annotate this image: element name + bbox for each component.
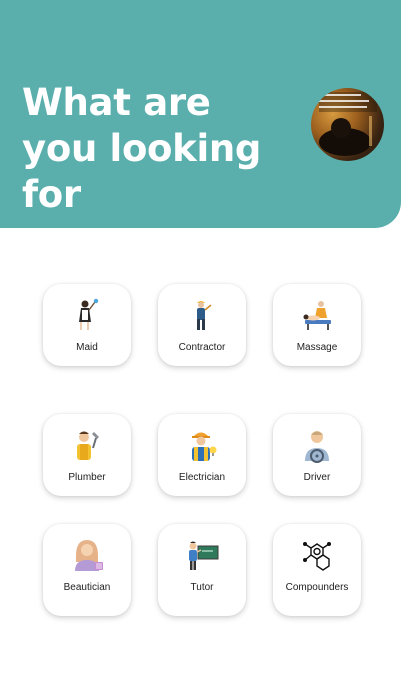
service-label: Maid: [76, 342, 98, 353]
massage-icon: [297, 298, 337, 334]
service-card-massage[interactable]: Massage: [273, 284, 361, 366]
contractor-icon: [182, 298, 222, 334]
service-card-maid[interactable]: Maid: [43, 284, 131, 366]
service-label: Electrician: [178, 472, 226, 483]
service-card-plumber[interactable]: Plumber: [43, 414, 131, 496]
compounders-icon: [297, 538, 337, 574]
driver-icon: [297, 428, 337, 464]
service-card-compounders[interactable]: Compounders: [273, 524, 361, 616]
avatar[interactable]: [311, 88, 384, 161]
service-card-driver[interactable]: Driver: [273, 414, 361, 496]
service-label: Compounders: [285, 582, 349, 593]
service-label: Contractor: [178, 342, 226, 353]
service-card-beautician[interactable]: Beautician: [43, 524, 131, 616]
page-title: What are you looking for: [22, 81, 262, 216]
service-card-tutor[interactable]: Tutor: [158, 524, 246, 616]
service-label: Beautician: [63, 582, 111, 593]
maid-icon: [67, 298, 107, 334]
service-card-contractor[interactable]: Contractor: [158, 284, 246, 366]
service-label: Tutor: [190, 582, 214, 593]
electrician-icon: [182, 428, 222, 464]
service-label: Plumber: [68, 472, 106, 483]
service-card-electrician[interactable]: Electrician: [158, 414, 246, 496]
plumber-icon: [67, 428, 107, 464]
tutor-icon: [182, 538, 222, 574]
service-label: Massage: [296, 342, 338, 353]
beautician-icon: [67, 538, 107, 574]
header-banner: What are you looking for: [0, 0, 401, 228]
service-label: Driver: [303, 472, 331, 483]
